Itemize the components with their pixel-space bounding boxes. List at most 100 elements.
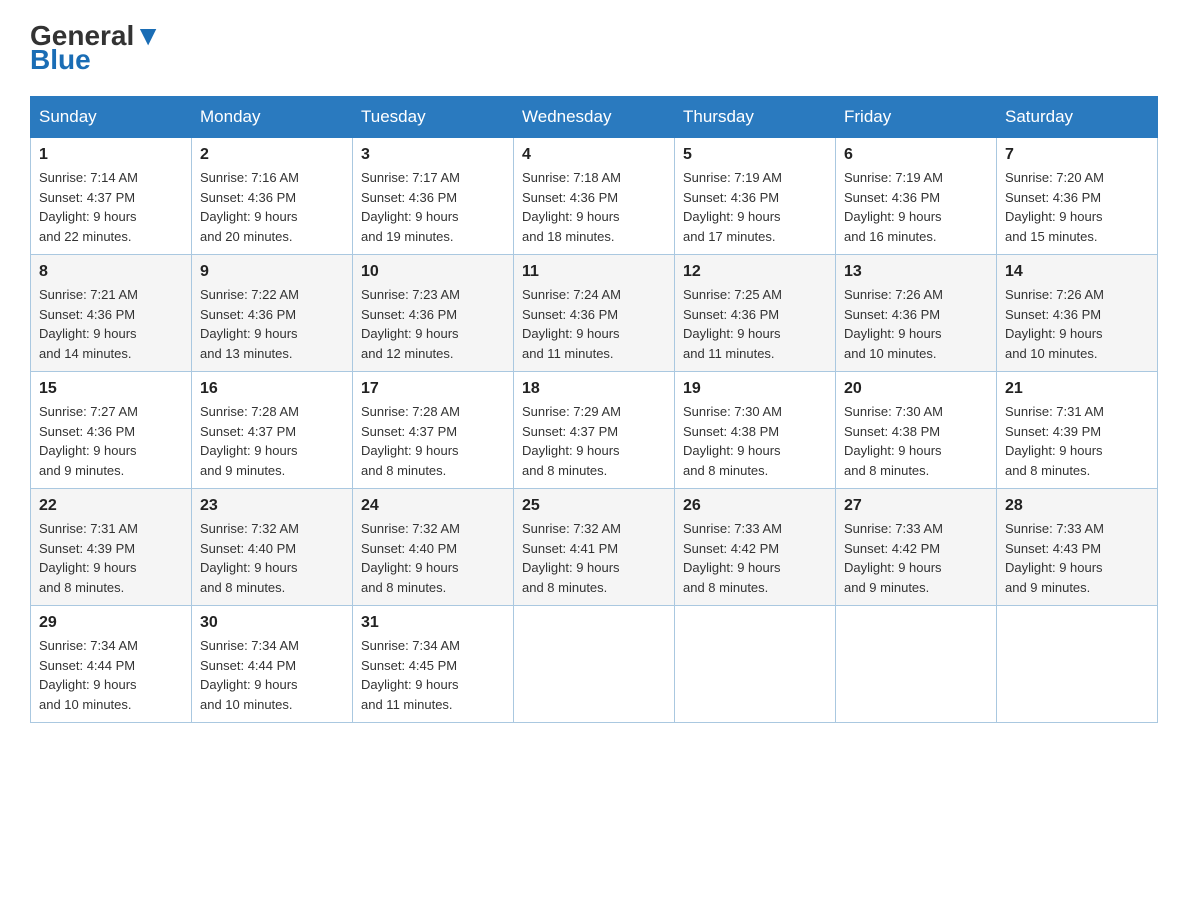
day-info: Sunrise: 7:21 AM Sunset: 4:36 PM Dayligh… [39, 285, 183, 363]
day-info: Sunrise: 7:18 AM Sunset: 4:36 PM Dayligh… [522, 168, 666, 246]
day-number: 17 [361, 380, 505, 398]
day-info: Sunrise: 7:19 AM Sunset: 4:36 PM Dayligh… [844, 168, 988, 246]
week-row-2: 8 Sunrise: 7:21 AM Sunset: 4:36 PM Dayli… [31, 255, 1158, 372]
calendar-cell: 25 Sunrise: 7:32 AM Sunset: 4:41 PM Dayl… [514, 489, 675, 606]
day-number: 1 [39, 146, 183, 164]
week-row-4: 22 Sunrise: 7:31 AM Sunset: 4:39 PM Dayl… [31, 489, 1158, 606]
day-info: Sunrise: 7:32 AM Sunset: 4:40 PM Dayligh… [200, 519, 344, 597]
day-info: Sunrise: 7:32 AM Sunset: 4:41 PM Dayligh… [522, 519, 666, 597]
header-row: SundayMondayTuesdayWednesdayThursdayFrid… [31, 97, 1158, 138]
calendar-cell: 30 Sunrise: 7:34 AM Sunset: 4:44 PM Dayl… [192, 606, 353, 723]
day-number: 6 [844, 146, 988, 164]
logo-blue-text: Blue [30, 44, 91, 76]
day-info: Sunrise: 7:29 AM Sunset: 4:37 PM Dayligh… [522, 402, 666, 480]
calendar-cell: 22 Sunrise: 7:31 AM Sunset: 4:39 PM Dayl… [31, 489, 192, 606]
day-number: 29 [39, 614, 183, 632]
calendar-cell: 19 Sunrise: 7:30 AM Sunset: 4:38 PM Dayl… [675, 372, 836, 489]
calendar-cell: 24 Sunrise: 7:32 AM Sunset: 4:40 PM Dayl… [353, 489, 514, 606]
day-number: 12 [683, 263, 827, 281]
calendar-cell: 21 Sunrise: 7:31 AM Sunset: 4:39 PM Dayl… [997, 372, 1158, 489]
week-row-1: 1 Sunrise: 7:14 AM Sunset: 4:37 PM Dayli… [31, 138, 1158, 255]
day-info: Sunrise: 7:19 AM Sunset: 4:36 PM Dayligh… [683, 168, 827, 246]
day-info: Sunrise: 7:20 AM Sunset: 4:36 PM Dayligh… [1005, 168, 1149, 246]
week-row-5: 29 Sunrise: 7:34 AM Sunset: 4:44 PM Dayl… [31, 606, 1158, 723]
calendar-cell: 5 Sunrise: 7:19 AM Sunset: 4:36 PM Dayli… [675, 138, 836, 255]
day-number: 30 [200, 614, 344, 632]
day-number: 27 [844, 497, 988, 515]
day-info: Sunrise: 7:14 AM Sunset: 4:37 PM Dayligh… [39, 168, 183, 246]
day-info: Sunrise: 7:34 AM Sunset: 4:44 PM Dayligh… [39, 636, 183, 714]
calendar-cell: 9 Sunrise: 7:22 AM Sunset: 4:36 PM Dayli… [192, 255, 353, 372]
day-info: Sunrise: 7:31 AM Sunset: 4:39 PM Dayligh… [1005, 402, 1149, 480]
day-number: 23 [200, 497, 344, 515]
day-info: Sunrise: 7:28 AM Sunset: 4:37 PM Dayligh… [361, 402, 505, 480]
calendar-cell: 13 Sunrise: 7:26 AM Sunset: 4:36 PM Dayl… [836, 255, 997, 372]
day-info: Sunrise: 7:23 AM Sunset: 4:36 PM Dayligh… [361, 285, 505, 363]
col-header-tuesday: Tuesday [353, 97, 514, 138]
day-number: 21 [1005, 380, 1149, 398]
day-info: Sunrise: 7:25 AM Sunset: 4:36 PM Dayligh… [683, 285, 827, 363]
week-row-3: 15 Sunrise: 7:27 AM Sunset: 4:36 PM Dayl… [31, 372, 1158, 489]
calendar-cell: 15 Sunrise: 7:27 AM Sunset: 4:36 PM Dayl… [31, 372, 192, 489]
col-header-friday: Friday [836, 97, 997, 138]
calendar-table: SundayMondayTuesdayWednesdayThursdayFrid… [30, 96, 1158, 723]
day-number: 18 [522, 380, 666, 398]
col-header-saturday: Saturday [997, 97, 1158, 138]
calendar-cell: 31 Sunrise: 7:34 AM Sunset: 4:45 PM Dayl… [353, 606, 514, 723]
day-info: Sunrise: 7:32 AM Sunset: 4:40 PM Dayligh… [361, 519, 505, 597]
day-number: 22 [39, 497, 183, 515]
day-number: 13 [844, 263, 988, 281]
calendar-header: SundayMondayTuesdayWednesdayThursdayFrid… [31, 97, 1158, 138]
calendar-cell: 6 Sunrise: 7:19 AM Sunset: 4:36 PM Dayli… [836, 138, 997, 255]
day-info: Sunrise: 7:22 AM Sunset: 4:36 PM Dayligh… [200, 285, 344, 363]
day-info: Sunrise: 7:33 AM Sunset: 4:42 PM Dayligh… [844, 519, 988, 597]
col-header-thursday: Thursday [675, 97, 836, 138]
day-info: Sunrise: 7:33 AM Sunset: 4:43 PM Dayligh… [1005, 519, 1149, 597]
day-info: Sunrise: 7:28 AM Sunset: 4:37 PM Dayligh… [200, 402, 344, 480]
day-number: 14 [1005, 263, 1149, 281]
day-info: Sunrise: 7:24 AM Sunset: 4:36 PM Dayligh… [522, 285, 666, 363]
calendar-cell: 29 Sunrise: 7:34 AM Sunset: 4:44 PM Dayl… [31, 606, 192, 723]
calendar-cell: 20 Sunrise: 7:30 AM Sunset: 4:38 PM Dayl… [836, 372, 997, 489]
day-number: 2 [200, 146, 344, 164]
calendar-cell [997, 606, 1158, 723]
col-header-monday: Monday [192, 97, 353, 138]
calendar-cell: 8 Sunrise: 7:21 AM Sunset: 4:36 PM Dayli… [31, 255, 192, 372]
day-info: Sunrise: 7:34 AM Sunset: 4:44 PM Dayligh… [200, 636, 344, 714]
day-info: Sunrise: 7:31 AM Sunset: 4:39 PM Dayligh… [39, 519, 183, 597]
calendar-cell: 28 Sunrise: 7:33 AM Sunset: 4:43 PM Dayl… [997, 489, 1158, 606]
calendar-cell [514, 606, 675, 723]
col-header-sunday: Sunday [31, 97, 192, 138]
day-info: Sunrise: 7:16 AM Sunset: 4:36 PM Dayligh… [200, 168, 344, 246]
calendar-cell: 3 Sunrise: 7:17 AM Sunset: 4:36 PM Dayli… [353, 138, 514, 255]
day-info: Sunrise: 7:33 AM Sunset: 4:42 PM Dayligh… [683, 519, 827, 597]
day-number: 4 [522, 146, 666, 164]
calendar-body: 1 Sunrise: 7:14 AM Sunset: 4:37 PM Dayli… [31, 138, 1158, 723]
calendar-cell: 2 Sunrise: 7:16 AM Sunset: 4:36 PM Dayli… [192, 138, 353, 255]
calendar-cell: 26 Sunrise: 7:33 AM Sunset: 4:42 PM Dayl… [675, 489, 836, 606]
day-info: Sunrise: 7:30 AM Sunset: 4:38 PM Dayligh… [683, 402, 827, 480]
day-number: 11 [522, 263, 666, 281]
logo: General▼ Blue [30, 20, 162, 76]
day-info: Sunrise: 7:26 AM Sunset: 4:36 PM Dayligh… [844, 285, 988, 363]
day-info: Sunrise: 7:26 AM Sunset: 4:36 PM Dayligh… [1005, 285, 1149, 363]
day-number: 10 [361, 263, 505, 281]
calendar-cell: 18 Sunrise: 7:29 AM Sunset: 4:37 PM Dayl… [514, 372, 675, 489]
day-info: Sunrise: 7:17 AM Sunset: 4:36 PM Dayligh… [361, 168, 505, 246]
day-number: 16 [200, 380, 344, 398]
day-info: Sunrise: 7:27 AM Sunset: 4:36 PM Dayligh… [39, 402, 183, 480]
calendar-cell: 10 Sunrise: 7:23 AM Sunset: 4:36 PM Dayl… [353, 255, 514, 372]
calendar-cell: 17 Sunrise: 7:28 AM Sunset: 4:37 PM Dayl… [353, 372, 514, 489]
calendar-cell: 4 Sunrise: 7:18 AM Sunset: 4:36 PM Dayli… [514, 138, 675, 255]
day-number: 19 [683, 380, 827, 398]
day-number: 24 [361, 497, 505, 515]
day-info: Sunrise: 7:30 AM Sunset: 4:38 PM Dayligh… [844, 402, 988, 480]
day-number: 31 [361, 614, 505, 632]
day-number: 5 [683, 146, 827, 164]
calendar-cell: 14 Sunrise: 7:26 AM Sunset: 4:36 PM Dayl… [997, 255, 1158, 372]
day-number: 3 [361, 146, 505, 164]
day-info: Sunrise: 7:34 AM Sunset: 4:45 PM Dayligh… [361, 636, 505, 714]
calendar-cell: 11 Sunrise: 7:24 AM Sunset: 4:36 PM Dayl… [514, 255, 675, 372]
calendar-cell [675, 606, 836, 723]
col-header-wednesday: Wednesday [514, 97, 675, 138]
